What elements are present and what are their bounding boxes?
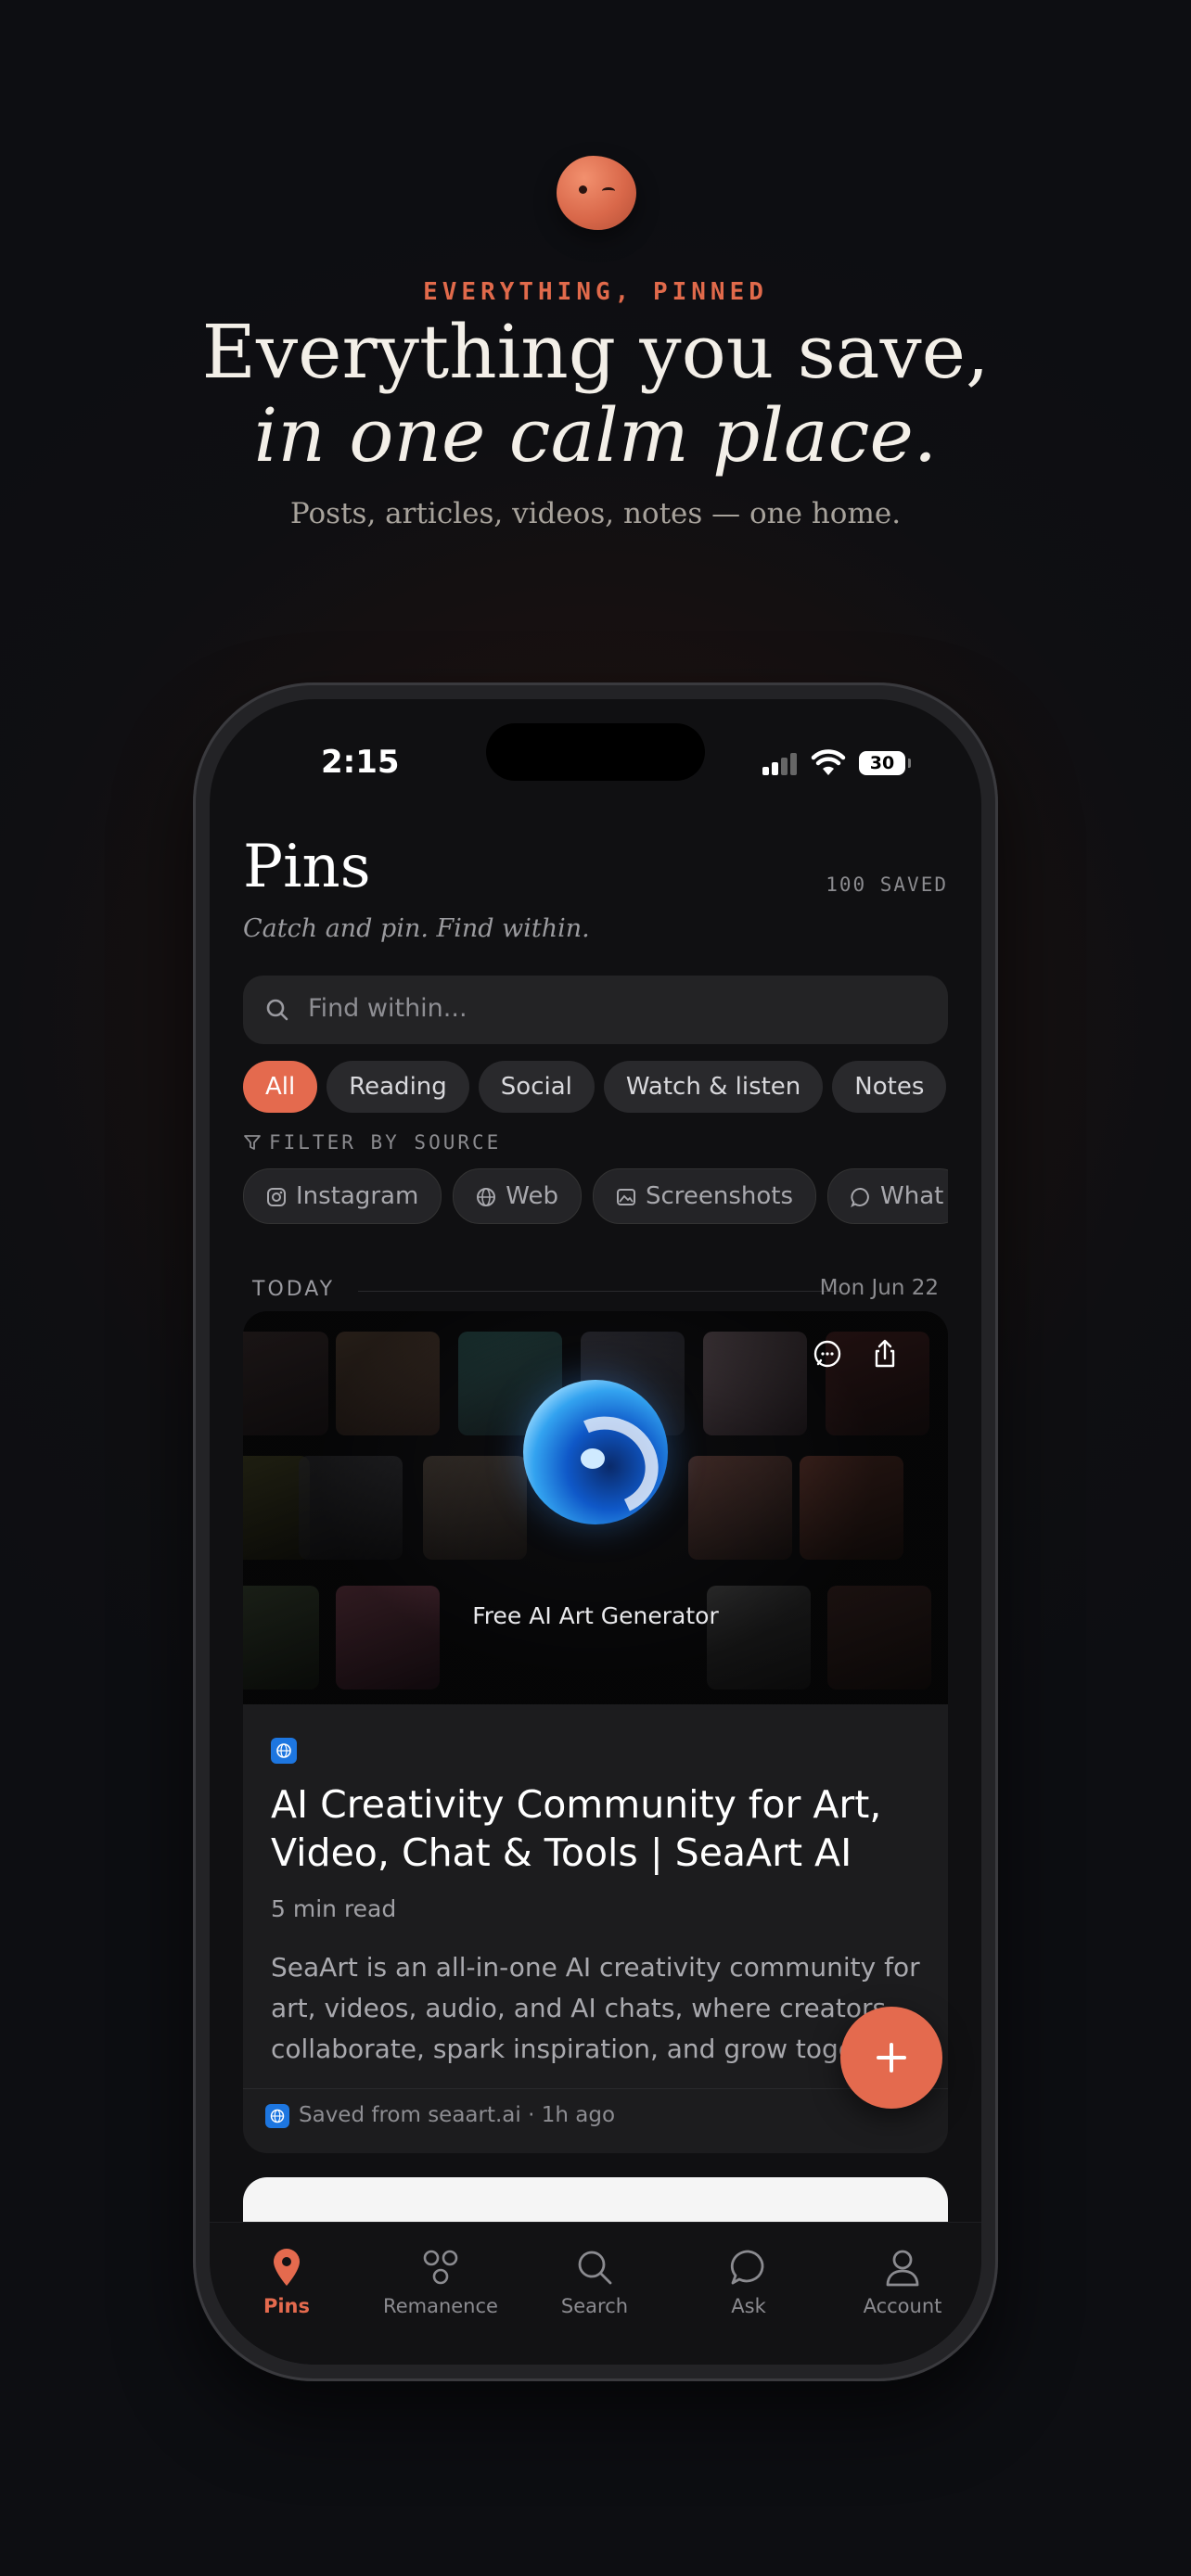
source-label: What xyxy=(880,1182,944,1210)
pin-card[interactable]: Free AI Art Generator AI Creativity Comm… xyxy=(243,1311,948,2153)
pin-icon xyxy=(274,2249,300,2286)
section-date: Mon Jun 22 xyxy=(819,1276,939,1300)
search-icon xyxy=(578,2251,612,2285)
headline-line2: in one calm place. xyxy=(253,392,938,478)
card-hero-image: Free AI Art Generator xyxy=(243,1311,948,1704)
chip-watch-listen[interactable]: Watch & listen xyxy=(603,1061,824,1113)
tab-bar: Pins Remanence Search Ask Account xyxy=(210,2222,981,2365)
source-screenshots[interactable]: Screenshots xyxy=(592,1168,817,1224)
battery-indicator: 30 xyxy=(859,751,911,775)
mascot-wink xyxy=(602,187,615,195)
chip-social[interactable]: Social xyxy=(478,1061,595,1113)
hero-caption: Free AI Art Generator xyxy=(472,1602,719,1629)
seaart-logo xyxy=(523,1380,672,1530)
saved-from: Saved from seaart.ai xyxy=(299,2103,521,2127)
tab-label: Remanence xyxy=(383,2295,498,2317)
whatsapp-icon xyxy=(851,1188,869,1208)
source-label: Screenshots xyxy=(645,1182,794,1210)
card-divider xyxy=(243,2088,948,2089)
phone-frame: 2:15 30 Pins 100 SAVED Catch and pin. Fi… xyxy=(193,682,998,2381)
mascot-logo xyxy=(557,156,636,230)
person-icon xyxy=(886,2250,919,2287)
signal-icon xyxy=(762,753,800,775)
comment-icon[interactable] xyxy=(809,1335,846,1372)
headline: Everything you save, in one calm place. xyxy=(0,311,1191,478)
plus-icon xyxy=(877,2043,906,2072)
globe-icon xyxy=(477,1188,496,1206)
tab-search[interactable]: Search xyxy=(518,2247,672,2317)
filter-label: FILTER BY SOURCE xyxy=(269,1131,502,1154)
section-divider xyxy=(358,1291,840,1292)
instagram-icon xyxy=(267,1188,286,1206)
search-placeholder: Find within... xyxy=(308,994,467,1023)
source-whatsapp[interactable]: What xyxy=(827,1168,948,1224)
saved-ago: 1h ago xyxy=(541,2103,616,2127)
tab-label: Pins xyxy=(263,2295,311,2317)
read-time: 5 min read xyxy=(271,1895,397,1922)
tab-label: Ask xyxy=(731,2295,766,2317)
chip-all[interactable]: All xyxy=(243,1061,318,1113)
card-meta xyxy=(271,1738,297,1766)
card-title: AI Creativity Community for Art, Video, … xyxy=(271,1782,882,1875)
status-time: 2:15 xyxy=(321,744,400,781)
tab-pins[interactable]: Pins xyxy=(210,2247,364,2317)
globe-icon xyxy=(271,1738,297,1764)
dynamic-island xyxy=(486,723,705,781)
mascot-eye xyxy=(579,185,587,194)
chat-icon xyxy=(730,2250,764,2285)
tab-account[interactable]: Account xyxy=(826,2247,980,2317)
filter-icon xyxy=(244,1135,261,1150)
source-instagram[interactable]: Instagram xyxy=(243,1168,442,1224)
category-chips: All Reading Social Watch & listen Notes xyxy=(243,1061,955,1115)
add-pin-button[interactable] xyxy=(840,2007,942,2109)
phone-screen: 2:15 30 Pins 100 SAVED Catch and pin. Fi… xyxy=(210,699,981,2365)
image-icon xyxy=(616,1189,635,1205)
filter-by-source: FILTER BY SOURCE xyxy=(243,1131,501,1154)
tab-label: Search xyxy=(560,2295,629,2317)
source-chips: Instagram Web Screenshots What xyxy=(243,1168,948,1224)
headline-line1: Everything you save, xyxy=(201,309,990,395)
source-label: Web xyxy=(506,1182,558,1210)
search-input[interactable]: Find within... xyxy=(243,976,948,1044)
page-title: Pins xyxy=(243,833,371,901)
saved-count: 100 SAVED xyxy=(826,874,948,896)
search-icon xyxy=(266,999,288,1021)
chip-notes[interactable]: Notes xyxy=(832,1061,947,1113)
kicker: EVERYTHING, PINNED xyxy=(423,278,768,306)
chip-reading[interactable]: Reading xyxy=(327,1061,469,1113)
source-web[interactable]: Web xyxy=(453,1168,582,1224)
share-icon[interactable] xyxy=(866,1335,903,1372)
tab-label: Account xyxy=(863,2295,942,2317)
tab-ask[interactable]: Ask xyxy=(672,2247,826,2317)
tagline: Catch and pin. Find within. xyxy=(243,914,590,943)
tab-remanence[interactable]: Remanence xyxy=(364,2247,518,2317)
card-footer: Saved from seaart.ai · 1h ago xyxy=(265,2103,615,2128)
nodes-icon xyxy=(423,2250,458,2285)
card-description: SeaArt is an all-in-one AI creativity co… xyxy=(271,1952,920,2064)
wifi-icon xyxy=(811,749,846,775)
subheadline: Posts, articles, videos, notes — one hom… xyxy=(289,497,902,530)
source-label: Instagram xyxy=(296,1182,419,1210)
section-label: TODAY xyxy=(252,1278,336,1301)
globe-icon xyxy=(265,2103,289,2128)
